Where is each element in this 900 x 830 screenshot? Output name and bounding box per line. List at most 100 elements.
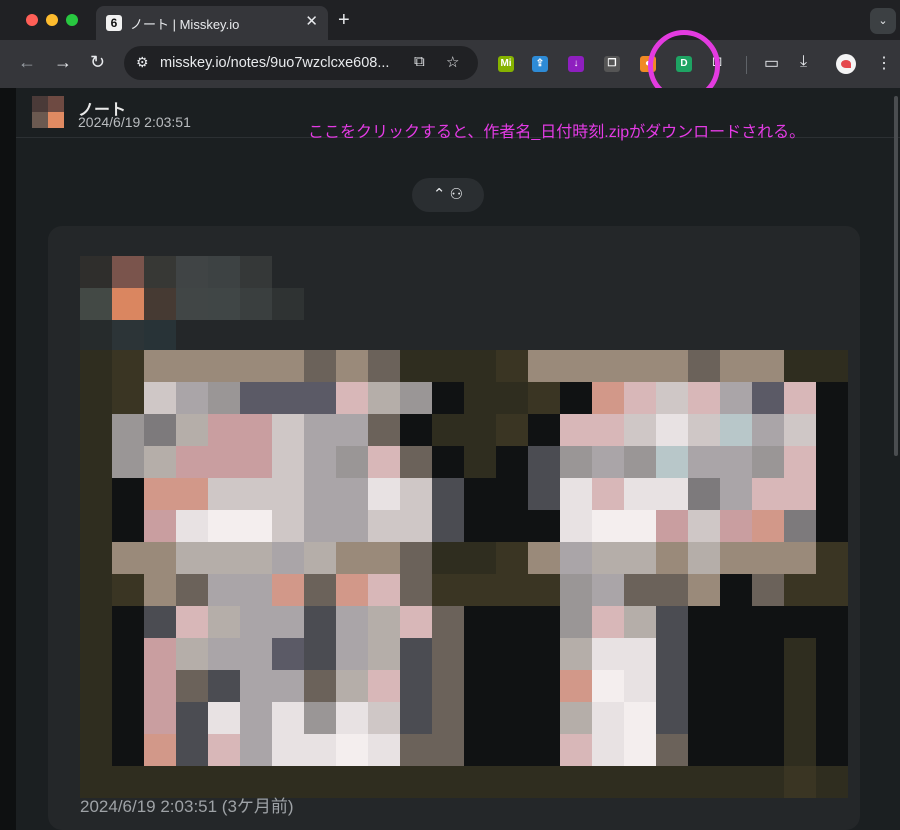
- mosaic-cell: [112, 256, 144, 288]
- close-window-button[interactable]: [26, 14, 38, 26]
- mosaic-cell: [368, 702, 400, 734]
- mosaic-cell: [528, 670, 560, 702]
- mosaic-cell: [400, 606, 432, 638]
- share-extension-icon[interactable]: ⇪: [532, 56, 548, 72]
- mosaic-cell: [208, 574, 240, 606]
- mosaic-cell: [816, 606, 848, 638]
- new-tab-button[interactable]: +: [338, 9, 350, 32]
- show-user-toggle[interactable]: ⌃ ⚇: [412, 178, 484, 212]
- mosaic-cell: [240, 542, 272, 574]
- mosaic-cell: [464, 638, 496, 670]
- mosaic-cell: [240, 350, 272, 382]
- note-image-attachment[interactable]: [80, 350, 848, 798]
- reload-icon[interactable]: ↻: [90, 52, 105, 73]
- mosaic-cell: [208, 734, 240, 766]
- mosaic-cell: [400, 734, 432, 766]
- mosaic-cell: [112, 446, 144, 478]
- minimize-window-button[interactable]: [46, 14, 58, 26]
- open-in-app-icon[interactable]: ⧉: [414, 53, 425, 70]
- mosaic-cell: [720, 414, 752, 446]
- site-settings-icon[interactable]: ⚙: [136, 54, 149, 71]
- mosaic-cell: [144, 542, 176, 574]
- mosaic-cell: [336, 638, 368, 670]
- download-extension-icon[interactable]: ↓: [568, 56, 584, 72]
- url-text[interactable]: misskey.io/notes/9uo7wzclcxe608...: [160, 55, 389, 71]
- mosaic-cell: [592, 446, 624, 478]
- mosaic-cell: [560, 766, 592, 798]
- mosaic-cell: [144, 670, 176, 702]
- mosaic-cell: [432, 542, 464, 574]
- browser-tab[interactable]: 6 ノート | Misskey.io ✕: [96, 6, 328, 40]
- tab-close-icon[interactable]: ✕: [305, 12, 318, 30]
- mosaic-cell: [304, 414, 336, 446]
- mosaic-cell: [496, 350, 528, 382]
- mosaic-cell: [688, 574, 720, 606]
- forward-icon[interactable]: →: [54, 52, 72, 73]
- mosaic-cell: [464, 350, 496, 382]
- mosaic-cell: [528, 574, 560, 606]
- mosaic-cell: [720, 766, 752, 798]
- download-icon[interactable]: ⤓: [800, 53, 807, 71]
- mosaic-cell: [752, 414, 784, 446]
- mosaic-cell: [208, 256, 240, 288]
- mosaic-cell: [272, 414, 304, 446]
- address-bar[interactable]: ⚙ misskey.io/notes/9uo7wzclcxe608... ⧉ ☆: [124, 46, 478, 80]
- mosaic-cell: [80, 638, 112, 670]
- mosaic-cell: [368, 414, 400, 446]
- mosaic-cell: [400, 414, 432, 446]
- zoom-window-button[interactable]: [66, 14, 78, 26]
- note-author-avatar[interactable]: [80, 256, 304, 352]
- mosaic-cell: [592, 510, 624, 542]
- mosaic-cell: [176, 288, 208, 320]
- mosaic-cell: [368, 734, 400, 766]
- mosaic-cell: [656, 574, 688, 606]
- mosaic-cell: [688, 606, 720, 638]
- tab-search-button[interactable]: ⌄: [870, 8, 896, 34]
- mosaic-cell: [624, 574, 656, 606]
- page-scrollbar[interactable]: [894, 96, 898, 456]
- mosaic-cell: [528, 414, 560, 446]
- mosaic-cell: [560, 542, 592, 574]
- mosaic-cell: [688, 734, 720, 766]
- mosaic-cell: [464, 542, 496, 574]
- mosaic-cell: [144, 638, 176, 670]
- bookmark-star-icon[interactable]: ☆: [446, 53, 459, 71]
- mosaic-cell: [240, 734, 272, 766]
- mosaic-cell: [208, 446, 240, 478]
- mosaic-cell: [144, 574, 176, 606]
- tab-title: ノート | Misskey.io: [130, 17, 240, 32]
- cast-icon[interactable]: ▭: [764, 53, 779, 73]
- mosaic-cell: [656, 350, 688, 382]
- mosaic-cell: [144, 414, 176, 446]
- mosaic-cell: [400, 382, 432, 414]
- mosaic-cell: [272, 702, 304, 734]
- mosaic-cell: [368, 510, 400, 542]
- mosaic-cell: [176, 606, 208, 638]
- menu-icon[interactable]: ⋮: [876, 53, 892, 73]
- mosaic-cell: [272, 288, 304, 320]
- mosaic-cell: [144, 350, 176, 382]
- mosaic-cell: [304, 350, 336, 382]
- header-avatar[interactable]: [32, 96, 64, 128]
- mosaic-cell: [784, 606, 816, 638]
- misskey-extension-icon[interactable]: Mi: [498, 56, 514, 72]
- bookmark-extension-icon[interactable]: ❐: [604, 56, 620, 72]
- note-timestamp[interactable]: 2024/6/19 2:03:51 (3ケ月前): [80, 792, 294, 817]
- mosaic-cell: [240, 288, 272, 320]
- mosaic-cell: [208, 382, 240, 414]
- mosaic-cell: [272, 734, 304, 766]
- profile-avatar[interactable]: [836, 54, 856, 74]
- mosaic-cell: [368, 766, 400, 798]
- mosaic-cell: [144, 382, 176, 414]
- mosaic-cell: [496, 414, 528, 446]
- mosaic-cell: [624, 670, 656, 702]
- back-icon[interactable]: ←: [18, 52, 36, 73]
- mosaic-cell: [80, 350, 112, 382]
- mosaic-cell: [592, 670, 624, 702]
- mosaic-cell: [368, 542, 400, 574]
- mosaic-cell: [720, 478, 752, 510]
- browser-window: 6 ノート | Misskey.io ✕ + ⌄ ← → ↻ ⚙ misskey…: [0, 0, 900, 830]
- mosaic-cell: [784, 478, 816, 510]
- mosaic-cell: [208, 670, 240, 702]
- mosaic-cell: [32, 112, 48, 128]
